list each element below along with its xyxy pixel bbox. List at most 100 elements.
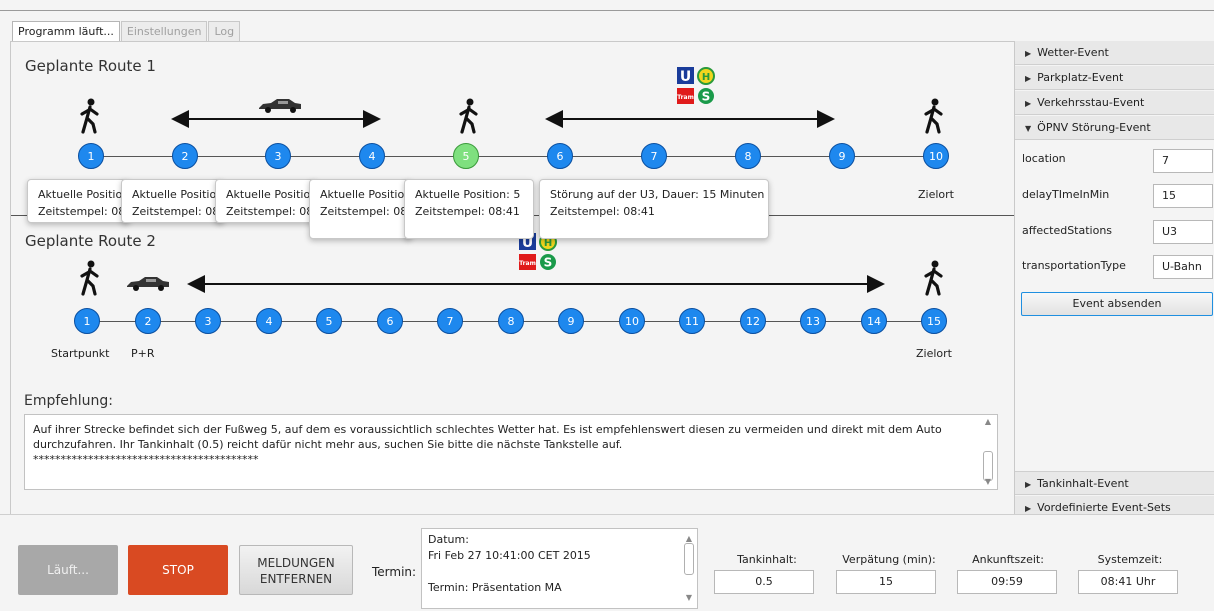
svg-text:S: S <box>544 256 553 270</box>
control-bar: Läuft... STOP MELDUNGEN ENTFERNEN Termin… <box>0 514 1214 611</box>
route2-stop-4[interactable]: 4 <box>256 308 282 334</box>
car-icon <box>127 277 169 291</box>
affected-stations-input[interactable]: U3 <box>1153 220 1213 244</box>
arrow-right-icon <box>867 275 885 293</box>
tooltip-line: Zeitstempel: 08:41 <box>320 205 411 218</box>
route1-stop-10[interactable]: 10 <box>923 143 949 169</box>
collapsed-triangle-icon: ▶ <box>1025 99 1032 108</box>
termin-label: Termin: <box>372 565 417 579</box>
route2-stop-10[interactable]: 10 <box>619 308 645 334</box>
window-top-edge <box>0 0 1214 12</box>
route2-stop-3[interactable]: 3 <box>195 308 221 334</box>
scroll-up-icon[interactable]: ▲ <box>981 417 995 427</box>
svg-text:Tram: Tram <box>519 260 536 267</box>
tab-einstellungen[interactable]: Einstellungen <box>120 21 208 41</box>
route2-stop-2[interactable]: 2 <box>135 308 161 334</box>
route1-stop-4[interactable]: 4 <box>359 143 385 169</box>
route2-stop-14[interactable]: 14 <box>861 308 887 334</box>
tooltip-line: Zeitstempel: 08:41 <box>226 205 317 218</box>
route1-stop-6[interactable]: 6 <box>547 143 573 169</box>
route2-start-label: Startpunkt <box>51 347 110 360</box>
route1-stop-5-current[interactable]: 5 <box>453 143 479 169</box>
accordion-oepnv-event[interactable]: ▼ ÖPNV Störung-Event <box>1015 116 1214 140</box>
termin-line: Datum: <box>428 533 469 546</box>
delay-input[interactable]: 15 <box>1153 184 1213 208</box>
tooltip-line: Aktuelle Position: 3 <box>226 188 318 201</box>
clear-messages-button[interactable]: MELDUNGEN ENTFERNEN <box>239 545 353 595</box>
route2-stop-6[interactable]: 6 <box>377 308 403 334</box>
tooltip-pointer <box>640 179 656 180</box>
route2-stop-5[interactable]: 5 <box>316 308 342 334</box>
route1-end-label: Zielort <box>918 188 954 201</box>
termin-textarea[interactable]: Datum: Fri Feb 27 10:41:00 CET 2015 Term… <box>421 528 698 609</box>
tab-log[interactable]: Log <box>208 21 241 41</box>
delay-label: delayTImeInMin <box>1022 188 1110 201</box>
arrow-right-icon <box>817 110 835 128</box>
system-time-label: Systemzeit: <box>1097 553 1163 566</box>
route1-stop-3[interactable]: 3 <box>265 143 291 169</box>
tooltip-pointer <box>234 179 250 180</box>
tooltip-line: Aktuelle Position: 2 <box>132 188 224 201</box>
accordion-tankinhalt-event[interactable]: ▶ Tankinhalt-Event <box>1015 471 1214 495</box>
route2-stop-9[interactable]: 9 <box>558 308 584 334</box>
route1-stop-2[interactable]: 2 <box>172 143 198 169</box>
tooltip-line: Zeitstempel: 08:41 <box>550 205 655 218</box>
transport-type-input[interactable]: U-Bahn <box>1153 255 1213 279</box>
accordion-verkehrsstau-event[interactable]: ▶ Verkehrsstau-Event <box>1015 91 1214 115</box>
route1-stop-7[interactable]: 7 <box>641 143 667 169</box>
route1-stop-9[interactable]: 9 <box>829 143 855 169</box>
tooltip-line: Störung auf der U3, Dauer: 15 Minuten <box>550 188 765 201</box>
scroll-down-icon[interactable]: ▼ <box>683 590 695 606</box>
stop-button[interactable]: STOP <box>128 545 228 595</box>
route1-stop-8[interactable]: 8 <box>735 143 761 169</box>
route2-stop-12[interactable]: 12 <box>740 308 766 334</box>
accordion-label: Verkehrsstau-Event <box>1037 96 1145 109</box>
termin-line: Termin: Präsentation MA <box>428 581 562 594</box>
car-icon <box>259 99 301 113</box>
route2-stop-15[interactable]: 15 <box>921 308 947 334</box>
route2-stop-1[interactable]: 1 <box>74 308 100 334</box>
route1-stop-1[interactable]: 1 <box>78 143 104 169</box>
route2-end-label: Zielort <box>916 347 952 360</box>
route2-stop-8[interactable]: 8 <box>498 308 524 334</box>
scroll-down-icon[interactable]: ▼ <box>981 477 995 487</box>
recommendation-scrollbar[interactable]: ▲ ▼ <box>981 417 995 487</box>
system-time-field: 08:41 Uhr <box>1078 570 1178 594</box>
collapsed-triangle-icon: ▶ <box>1025 504 1032 513</box>
accordion-parkplatz-event[interactable]: ▶ Parkplatz-Event <box>1015 66 1214 90</box>
accordion-label: Wetter-Event <box>1037 46 1109 59</box>
arrival-label: Ankunftszeit: <box>972 553 1044 566</box>
location-input[interactable]: 7 <box>1153 149 1213 173</box>
tooltip-position-3: Aktuelle Position: 3 Zeitstempel: 08:41 <box>215 179 318 223</box>
tooltip-pointer <box>328 179 344 180</box>
button-label: MELDUNGEN <box>257 556 335 570</box>
tooltip-line: Aktuelle Position: 4 <box>320 188 412 201</box>
tab-programm[interactable]: Programm läuft... <box>12 21 120 41</box>
accordion-label: Parkplatz-Event <box>1037 71 1124 84</box>
running-button[interactable]: Läuft... <box>18 545 118 595</box>
svg-text:H: H <box>544 238 552 249</box>
walking-person-icon <box>80 98 99 134</box>
route2-stop-13[interactable]: 13 <box>800 308 826 334</box>
send-event-button[interactable]: Event absenden <box>1021 292 1213 316</box>
route2-stop-11[interactable]: 11 <box>679 308 705 334</box>
svg-text:U: U <box>680 69 691 85</box>
tooltip-line: Aktuelle Position: 1 <box>38 188 130 201</box>
tooltip-pointer <box>46 179 62 180</box>
route2-stop-7[interactable]: 7 <box>437 308 463 334</box>
termin-scrollbar[interactable]: ▲ ▼ <box>683 531 695 606</box>
button-label: ENTFERNEN <box>259 572 333 586</box>
scroll-thumb[interactable] <box>684 543 694 575</box>
tooltip-line: Zeitstempel: 08:41 <box>415 205 520 218</box>
tooltip-position-2: Aktuelle Position: 2 Zeitstempel: 08:41 <box>121 179 224 223</box>
tooltip-position-5: Aktuelle Position: 5 Zeitstempel: 08:41 <box>404 179 534 239</box>
route1-track <box>91 156 937 157</box>
recommendation-textarea[interactable]: Auf ihrer Strecke befindet sich der Fußw… <box>24 414 998 490</box>
tank-label: Tankinhalt: <box>737 553 797 566</box>
accordion-label: Tankinhalt-Event <box>1037 477 1129 490</box>
tooltip-line: Aktuelle Position: 5 <box>415 188 521 201</box>
accordion-wetter-event[interactable]: ▶ Wetter-Event <box>1015 41 1214 65</box>
route1-title: Geplante Route 1 <box>25 57 156 75</box>
tooltip-line: Zeitstempel: 08:41 <box>132 205 223 218</box>
tooltip-pointer <box>140 179 156 180</box>
